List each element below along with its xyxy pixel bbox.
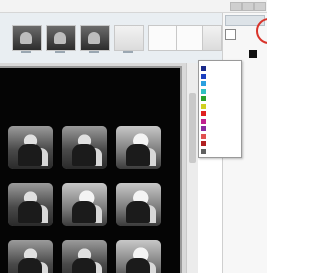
filmstrip-thumbnail[interactable] <box>114 25 144 51</box>
color-list-item[interactable] <box>201 80 239 87</box>
color-list-item[interactable] <box>201 95 239 102</box>
color-swatch <box>201 126 206 131</box>
color-swatch <box>201 133 206 139</box>
thumbnail-caption <box>46 51 74 54</box>
color-list-item[interactable] <box>201 73 239 80</box>
color-swatch <box>201 96 206 101</box>
contact-sheet-photo[interactable] <box>8 240 53 273</box>
contact-sheet-photo[interactable] <box>116 240 161 273</box>
contact-sheet-photo[interactable] <box>8 183 53 226</box>
thumbnail-caption <box>80 51 108 54</box>
contact-sheet-photo[interactable] <box>62 126 107 169</box>
thumbnail-caption <box>114 51 142 54</box>
color-swatch-black[interactable] <box>249 50 257 58</box>
color-list-item[interactable] <box>201 103 239 110</box>
maximize-icon[interactable] <box>242 2 254 11</box>
color-list-item[interactable] <box>201 65 239 72</box>
color-list-item[interactable] <box>201 125 239 132</box>
vertical-scrollbar[interactable] <box>186 63 198 273</box>
scrollbar-thumb[interactable] <box>189 93 196 163</box>
color-box[interactable] <box>225 29 236 40</box>
filmstrip-thumbnail[interactable] <box>80 25 110 51</box>
contact-sheet-photo[interactable] <box>116 126 161 169</box>
color-dropdown-list <box>198 60 242 158</box>
title-bar <box>0 0 267 13</box>
filmstrip-thumbnail[interactable] <box>148 25 178 51</box>
contact-sheet-photo[interactable] <box>62 183 107 226</box>
filmstrip-thumbnail[interactable] <box>202 25 222 51</box>
color-swatch <box>201 103 206 109</box>
thumbnail-caption <box>12 51 40 54</box>
canvas-area <box>0 63 198 273</box>
close-icon[interactable] <box>254 2 266 11</box>
minimize-icon[interactable] <box>230 2 242 11</box>
filmstrip <box>0 13 222 64</box>
color-list-item[interactable] <box>201 110 239 117</box>
color-list-item[interactable] <box>201 148 239 155</box>
color-swatch <box>201 111 206 116</box>
color-list-item[interactable] <box>201 133 239 140</box>
color-swatch <box>201 81 206 86</box>
photo-editor-window <box>0 0 267 273</box>
color-swatch <box>201 148 206 154</box>
color-list-item[interactable] <box>201 88 239 95</box>
color-swatch <box>201 118 206 124</box>
color-list-item[interactable] <box>201 140 239 147</box>
color-swatch <box>201 73 206 79</box>
color-swatch <box>201 88 206 94</box>
contact-sheet <box>0 66 182 273</box>
filmstrip-thumbnail[interactable] <box>46 25 76 51</box>
contact-sheet-photo[interactable] <box>8 126 53 169</box>
color-swatch <box>201 66 206 71</box>
color-swatch <box>201 141 206 146</box>
contact-sheet-photo[interactable] <box>62 240 107 273</box>
filmstrip-thumbnail[interactable] <box>12 25 42 51</box>
color-list-item[interactable] <box>201 118 239 125</box>
contact-sheet-photo[interactable] <box>116 183 161 226</box>
